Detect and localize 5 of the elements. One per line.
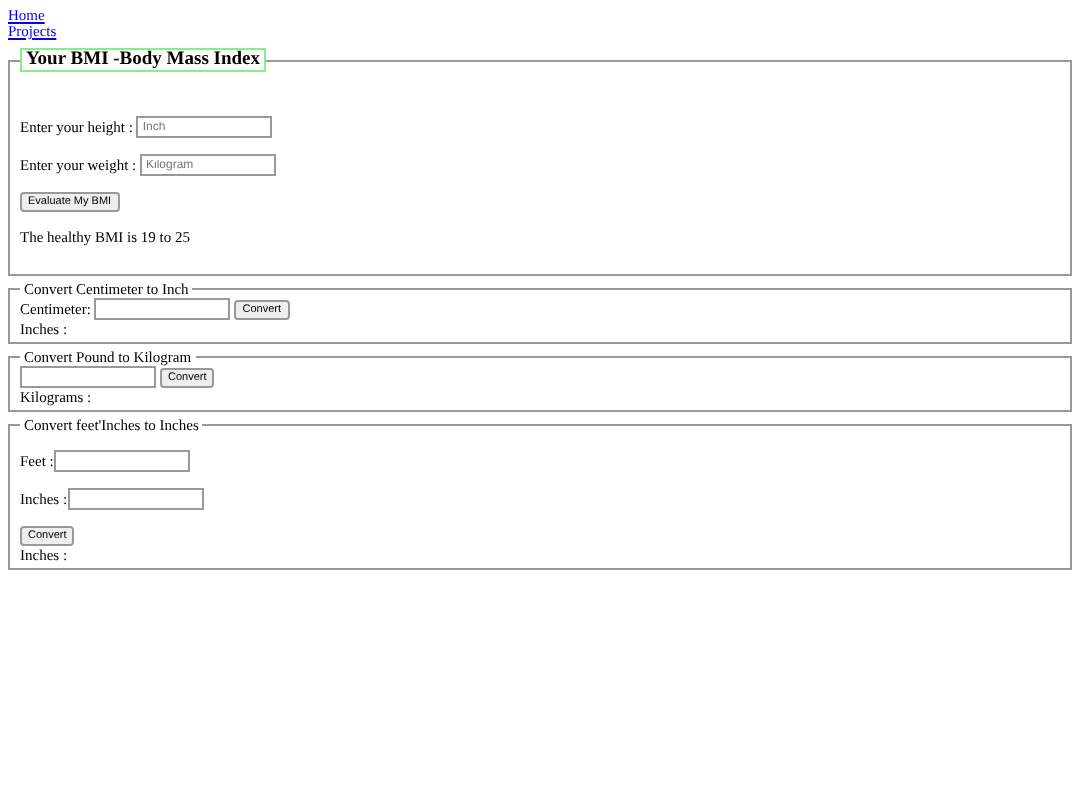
- input-field[interactable]: [94, 298, 231, 320]
- input-field[interactable]: [53, 450, 190, 472]
- input-field[interactable]: [67, 488, 204, 510]
- input-field[interactable]: [20, 366, 156, 388]
- panel-title: Your BMI -Body Mass Index: [20, 48, 267, 72]
